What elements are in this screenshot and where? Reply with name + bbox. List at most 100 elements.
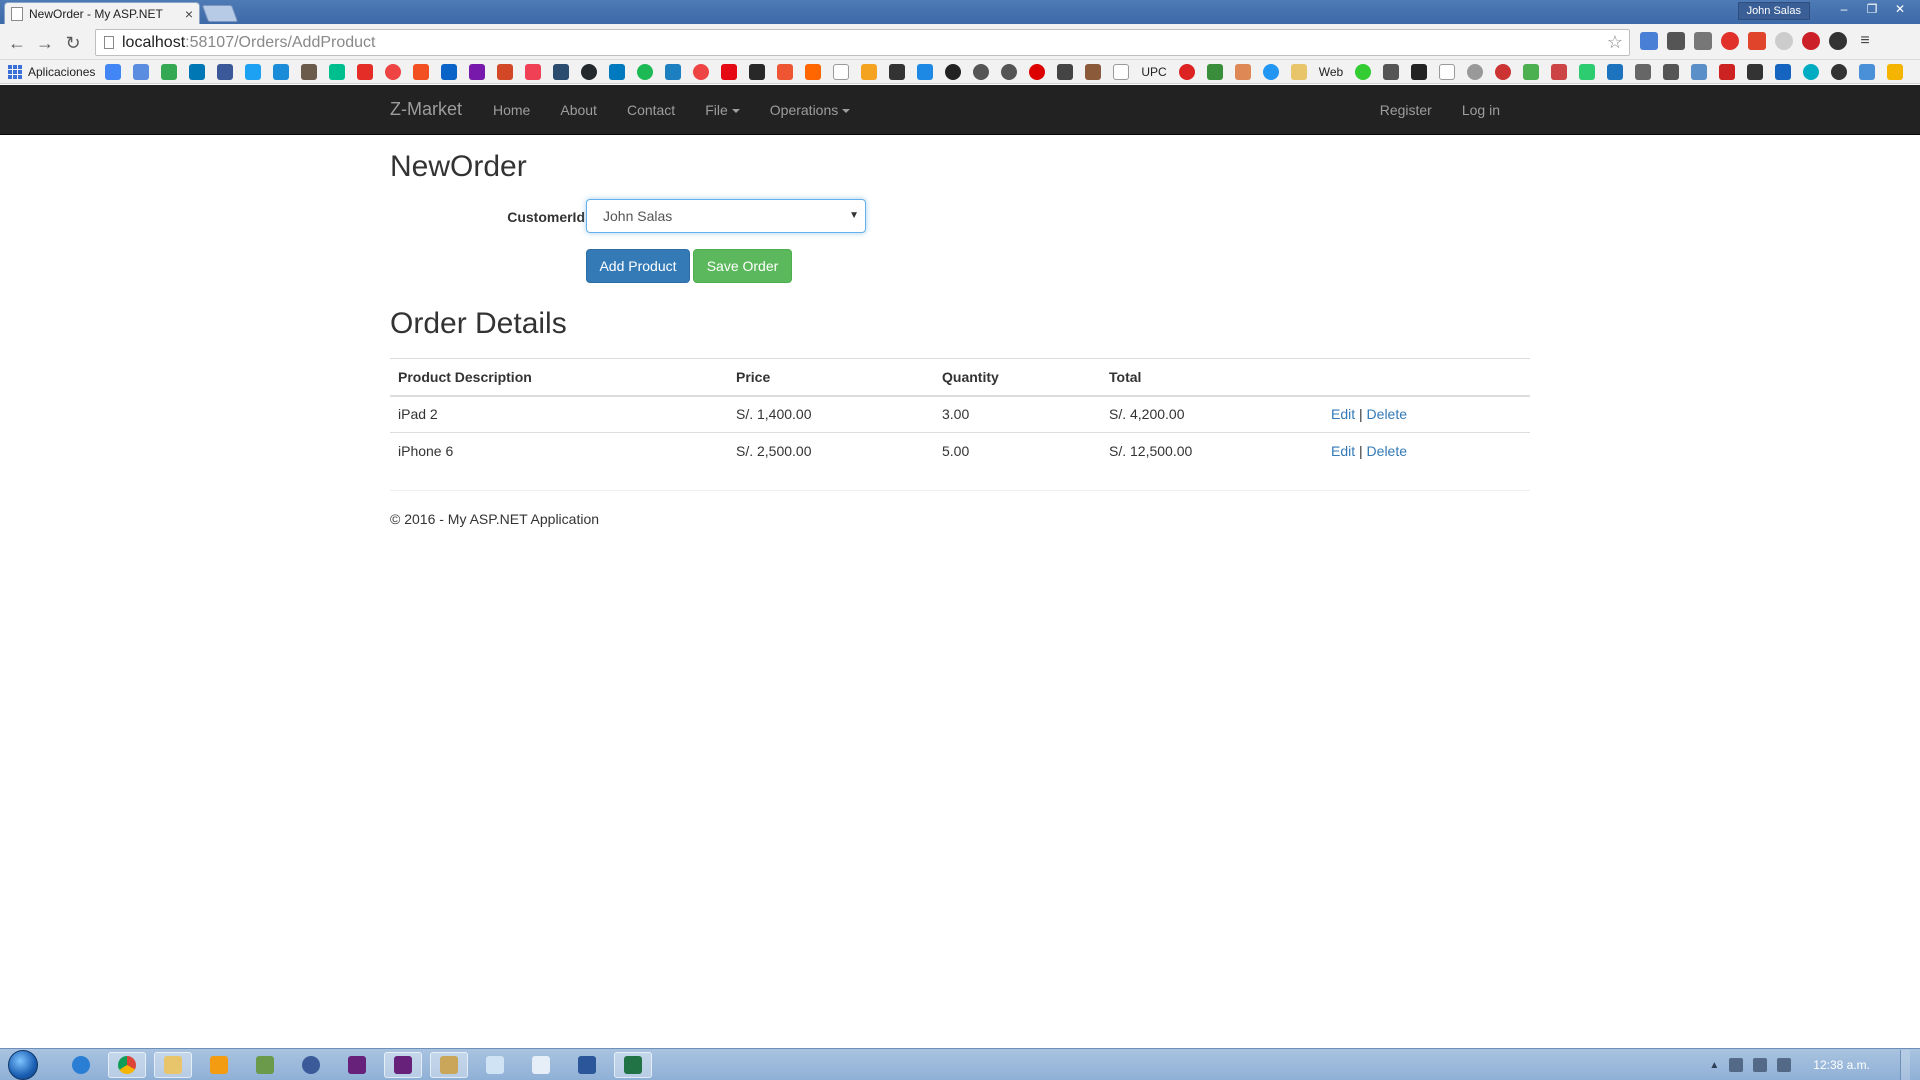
opera-extension-icon[interactable] — [1721, 32, 1739, 50]
bookmark-icon[interactable] — [1085, 63, 1102, 80]
bookmark-icon[interactable] — [1691, 63, 1708, 80]
chrome-menu-icon[interactable]: ≡ — [1856, 32, 1874, 50]
translate-extension-icon[interactable] — [1640, 32, 1658, 50]
taskbar-visual-studio[interactable] — [384, 1052, 422, 1078]
reload-icon[interactable]: ↻ — [62, 32, 84, 54]
bookmark-icon[interactable] — [1355, 63, 1372, 80]
start-button-icon[interactable] — [8, 1050, 38, 1080]
bookmark-icon[interactable] — [1029, 63, 1046, 80]
taskbar-clock[interactable]: 12:38 a.m. — [1813, 1058, 1870, 1072]
bookmark-icon[interactable] — [889, 63, 906, 80]
tray-expand-icon[interactable]: ▲ — [1709, 1060, 1719, 1071]
volume-icon[interactable] — [1777, 1058, 1792, 1072]
nav-about[interactable]: About — [545, 85, 612, 135]
network-icon[interactable] — [1753, 1058, 1768, 1072]
extension-icon[interactable] — [1748, 32, 1766, 50]
google-bookmark-icon[interactable] — [105, 63, 122, 80]
browser-tab[interactable]: NewOrder - My ASP.NET × — [4, 2, 200, 24]
edit-link[interactable]: Edit — [1331, 406, 1355, 422]
bookmark-icon[interactable] — [553, 63, 570, 80]
page-bookmark-icon[interactable] — [833, 63, 850, 80]
bookmark-icon[interactable] — [1206, 63, 1223, 80]
bookmark-icon[interactable] — [1663, 63, 1680, 80]
nav-contact[interactable]: Contact — [612, 85, 690, 135]
vine-bookmark-icon[interactable] — [329, 63, 346, 80]
bookmark-icon[interactable] — [385, 63, 402, 80]
show-desktop-button[interactable] — [1900, 1050, 1910, 1080]
bookmark-icon[interactable] — [917, 63, 934, 80]
taskbar-word[interactable] — [568, 1052, 606, 1078]
nav-file-dropdown[interactable]: File — [690, 85, 755, 135]
twitter-bookmark-icon[interactable] — [245, 63, 262, 80]
taskbar-app[interactable] — [292, 1052, 330, 1078]
address-bar[interactable]: localhost:58107/Orders/AddProduct ☆ — [95, 29, 1630, 56]
bookmark-web-folder[interactable]: Web — [1319, 65, 1343, 79]
bookmark-icon[interactable] — [665, 63, 682, 80]
taskbar-excel[interactable] — [614, 1052, 652, 1078]
trello-bookmark-icon[interactable] — [609, 63, 626, 80]
pinterest-extension-icon[interactable] — [1802, 32, 1820, 50]
page-info-icon[interactable] — [104, 36, 114, 49]
restore-icon[interactable]: ❐ — [1858, 0, 1886, 18]
bookmark-icon[interactable] — [1178, 63, 1195, 80]
facebook-bookmark-icon[interactable] — [217, 63, 234, 80]
back-arrow-icon[interactable]: ← — [6, 32, 28, 54]
spotify-bookmark-icon[interactable] — [637, 63, 654, 80]
bookmark-icon[interactable] — [1234, 63, 1251, 80]
bookmark-icon[interactable] — [693, 63, 710, 80]
taskbar-media[interactable] — [200, 1052, 238, 1078]
translate-bookmark-icon[interactable] — [133, 63, 150, 80]
bookmark-icon[interactable] — [1607, 63, 1624, 80]
imdb-bookmark-icon[interactable] — [1057, 63, 1074, 80]
bookmark-upc[interactable]: UPC — [1141, 65, 1166, 79]
nav-register[interactable]: Register — [1365, 85, 1447, 135]
bookmark-icon[interactable] — [1635, 63, 1652, 80]
bookmark-icon[interactable] — [1551, 63, 1568, 80]
minimize-icon[interactable]: – — [1830, 0, 1858, 18]
pocket-bookmark-icon[interactable] — [525, 63, 542, 80]
taskbar-ie[interactable] — [62, 1052, 100, 1078]
taskbar-app[interactable] — [246, 1052, 284, 1078]
onenote-bookmark-icon[interactable] — [469, 63, 486, 80]
office-bookmark-icon[interactable] — [497, 63, 514, 80]
taskbar-visual-studio[interactable] — [338, 1052, 376, 1078]
bookmark-icon[interactable] — [1262, 63, 1279, 80]
apps-grid-icon[interactable] — [8, 64, 22, 79]
bookmark-apps-label[interactable]: Aplicaciones — [28, 65, 95, 79]
bookmark-icon[interactable] — [805, 63, 822, 80]
youtube-bookmark-icon[interactable] — [357, 63, 374, 80]
page-bookmark-icon[interactable] — [1439, 63, 1456, 80]
bookmark-icon[interactable] — [777, 63, 794, 80]
extension-icon[interactable] — [1694, 32, 1712, 50]
bookmark-icon[interactable] — [1411, 63, 1428, 80]
taskbar-notepad[interactable] — [522, 1052, 560, 1078]
forward-arrow-icon[interactable]: → — [34, 32, 56, 54]
bookmark-icon[interactable] — [1495, 63, 1512, 80]
tweetdeck-bookmark-icon[interactable] — [273, 63, 290, 80]
nav-home[interactable]: Home — [478, 85, 545, 135]
linkedin-bookmark-icon[interactable] — [189, 63, 206, 80]
taskbar-notepad[interactable] — [476, 1052, 514, 1078]
nav-login[interactable]: Log in — [1447, 85, 1515, 135]
maps-bookmark-icon[interactable] — [161, 63, 178, 80]
new-tab-button[interactable] — [201, 5, 239, 22]
flag-icon[interactable] — [1729, 1058, 1744, 1072]
bookmark-star-icon[interactable]: ☆ — [1607, 32, 1623, 53]
bookmark-icon[interactable] — [1775, 63, 1792, 80]
bookmark-icon[interactable] — [1803, 63, 1820, 80]
close-window-icon[interactable]: ✕ — [1886, 0, 1914, 18]
microsoft-bookmark-icon[interactable] — [413, 63, 430, 80]
extension-icon[interactable] — [1775, 32, 1793, 50]
bookmark-icon[interactable] — [1859, 63, 1876, 80]
delete-link[interactable]: Delete — [1367, 406, 1407, 422]
bookmark-icon[interactable] — [1887, 63, 1904, 80]
apple-bookmark-icon[interactable] — [973, 63, 990, 80]
bookmark-icon[interactable] — [945, 63, 962, 80]
bookmark-icon[interactable] — [1831, 63, 1848, 80]
plex-bookmark-icon[interactable] — [749, 63, 766, 80]
customer-select[interactable]: John Salas ▼ — [586, 199, 866, 233]
onedrive-bookmark-icon[interactable] — [441, 63, 458, 80]
bookmark-icon[interactable] — [1747, 63, 1764, 80]
pocket-extension-icon[interactable] — [1667, 32, 1685, 50]
taskbar-app[interactable] — [430, 1052, 468, 1078]
